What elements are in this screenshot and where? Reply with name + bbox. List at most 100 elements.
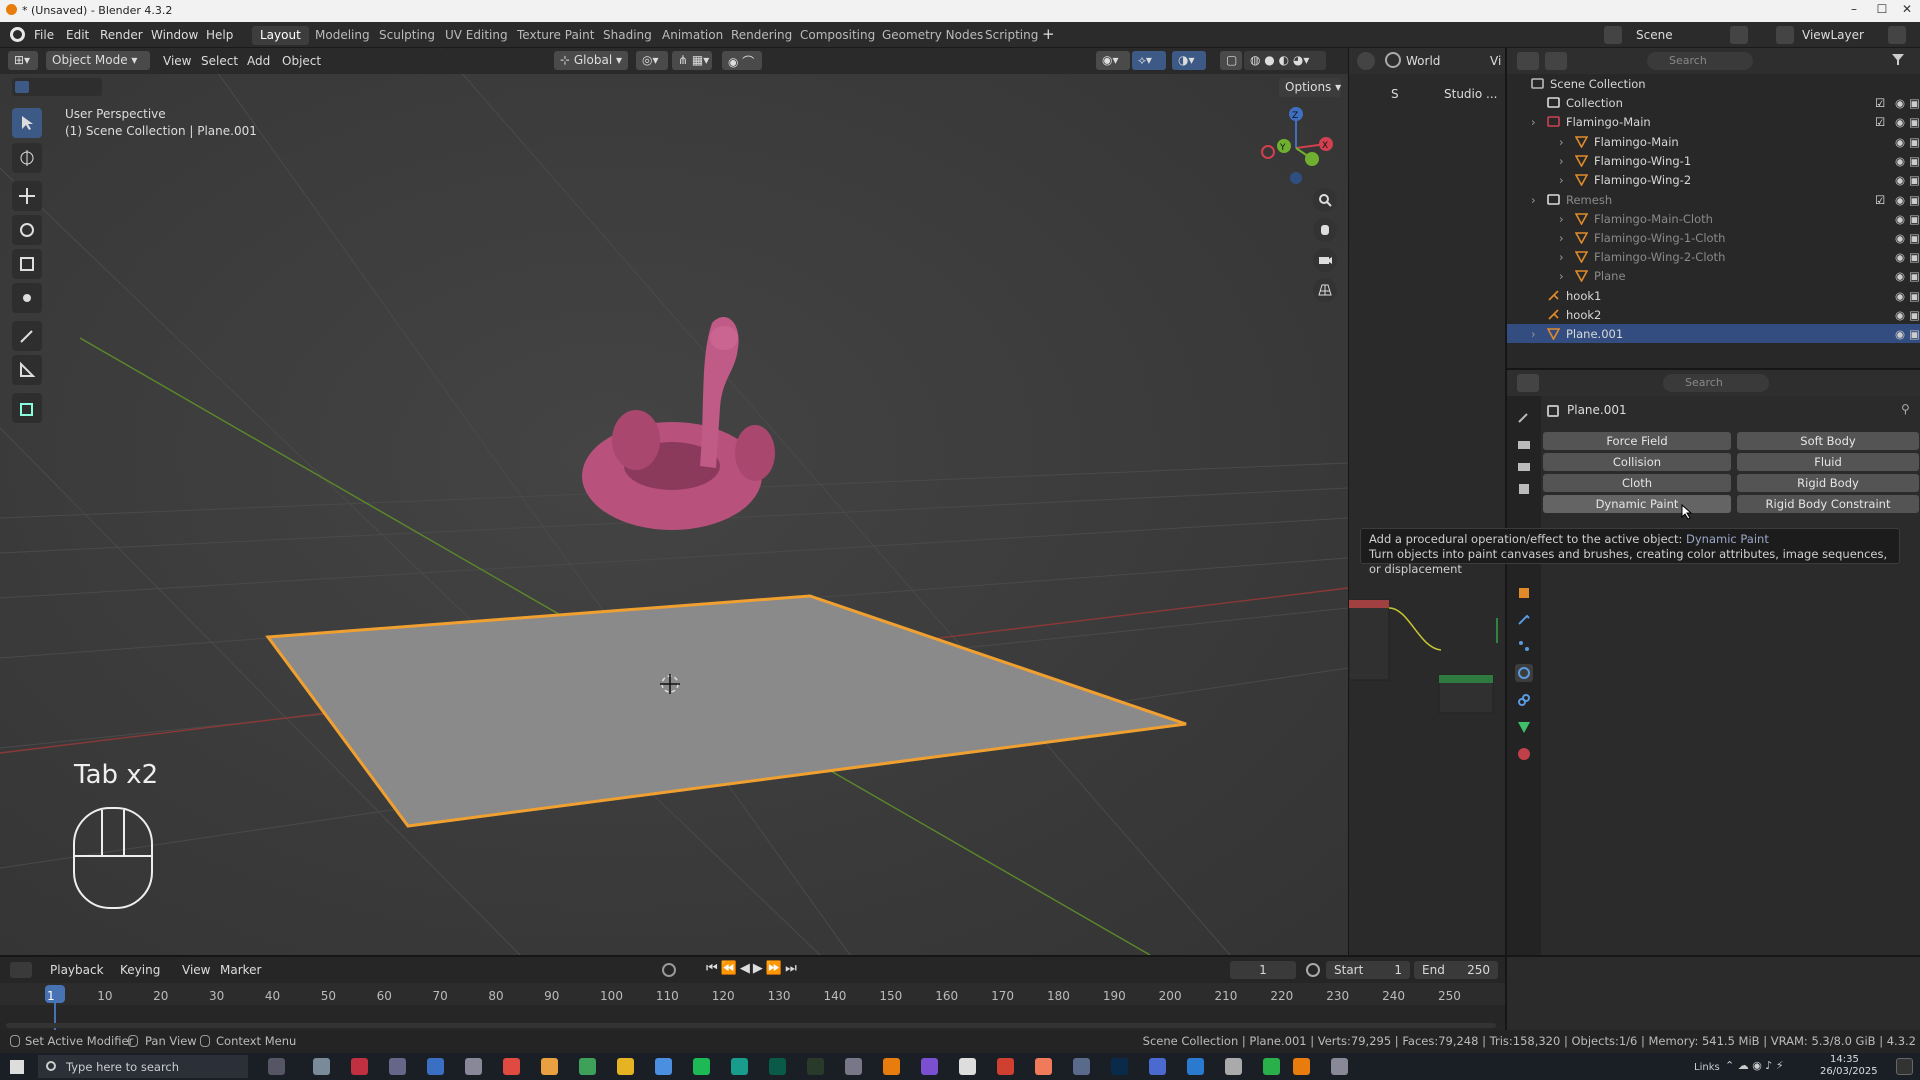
rigid-body-button[interactable]: Rigid Body xyxy=(1737,474,1919,492)
links-toolbar[interactable]: Links xyxy=(1694,1062,1720,1073)
app-icon-11[interactable] xyxy=(997,1058,1014,1075)
spotify-icon[interactable] xyxy=(693,1058,710,1075)
outliner-row[interactable]: › Flamingo-Main ◉ ▣ xyxy=(1507,132,1920,151)
app-icon-8[interactable] xyxy=(845,1058,862,1075)
render-camera-icon[interactable]: ▣ xyxy=(1909,173,1920,187)
3d-viewport[interactable]: ⊞▾ Object Mode ▾ View Select Add Object … xyxy=(0,48,1348,955)
vlc-icon[interactable] xyxy=(883,1058,900,1075)
navigation-gizmo[interactable]: Z X Y xyxy=(1256,104,1336,184)
editor-type-icon[interactable] xyxy=(1517,374,1539,392)
outliner-row[interactable]: › Flamingo-Wing-1 ◉ ▣ xyxy=(1507,151,1920,170)
outliner-row[interactable]: Scene Collection xyxy=(1507,74,1920,93)
outliner-row[interactable]: hook2 ◉ ▣ xyxy=(1507,305,1920,324)
menu-select[interactable]: Select xyxy=(201,54,238,68)
file-explorer-icon[interactable] xyxy=(617,1058,634,1075)
tab-modeling[interactable]: Modeling xyxy=(307,26,378,45)
tab-shading[interactable]: Shading xyxy=(595,26,660,45)
windows-start-icon[interactable] xyxy=(10,1060,24,1074)
wechat-icon[interactable] xyxy=(1263,1058,1280,1075)
pt-icon[interactable] xyxy=(807,1058,824,1075)
visibility-eye-icon[interactable]: ◉ xyxy=(1895,231,1905,245)
visibility-eye-icon[interactable]: ◉ xyxy=(1895,96,1905,110)
chatgpt-icon[interactable] xyxy=(313,1058,330,1075)
tool-tab-icon[interactable] xyxy=(1515,408,1533,426)
visibility-eye-icon[interactable]: ◉ xyxy=(1895,135,1905,149)
render-camera-icon[interactable]: ▣ xyxy=(1909,327,1920,341)
app-icon-14[interactable] xyxy=(1149,1058,1166,1075)
autokey-icon[interactable] xyxy=(662,963,676,977)
render-camera-icon[interactable]: ▣ xyxy=(1909,308,1920,322)
start-frame-field[interactable]: Start 1 xyxy=(1326,961,1410,979)
collision-button[interactable]: Collision xyxy=(1543,453,1731,471)
output-tab-icon[interactable] xyxy=(1515,458,1533,476)
editor-type-icon[interactable] xyxy=(10,962,32,978)
dynamic-paint-button[interactable]: Dynamic Paint xyxy=(1543,495,1731,513)
app-icon-5[interactable] xyxy=(503,1058,520,1075)
outliner-row[interactable]: › Flamingo-Main-Cloth ◉ ▣ xyxy=(1507,209,1920,228)
outliner[interactable]: Search Scene Collection Collection ◉ ▣ ☑ › Fla… xyxy=(1505,48,1920,368)
taskbar-search-input[interactable]: Type here to search xyxy=(38,1055,248,1078)
end-frame-field[interactable]: End 250 xyxy=(1414,961,1498,979)
outliner-search-input[interactable]: Search xyxy=(1647,52,1753,70)
transform-tool[interactable] xyxy=(12,283,42,313)
tab-animation[interactable]: Animation xyxy=(654,26,731,45)
app-icon-12[interactable] xyxy=(1035,1058,1052,1075)
render-camera-icon[interactable]: ▣ xyxy=(1909,154,1920,168)
app-icon-16[interactable] xyxy=(1331,1058,1348,1075)
viewlayer-name[interactable]: ViewLayer xyxy=(1802,28,1864,42)
particles-tab-icon[interactable] xyxy=(1515,637,1533,655)
tab-compositing[interactable]: Compositing xyxy=(792,26,883,45)
tab-geometry-nodes[interactable]: Geometry Nodes xyxy=(874,26,991,45)
display-mode-icon[interactable] xyxy=(1545,52,1567,70)
menu-render[interactable]: Render xyxy=(100,28,143,42)
add-workspace-icon[interactable]: + xyxy=(1042,25,1055,43)
render-camera-icon[interactable]: ▣ xyxy=(1909,96,1920,110)
new-viewlayer-icon[interactable] xyxy=(1888,26,1906,44)
gizmo-toggle-icon[interactable]: ⟡▾ xyxy=(1132,51,1166,70)
view-layer-tab-icon[interactable] xyxy=(1515,480,1533,498)
expand-chevron-icon[interactable]: › xyxy=(1531,327,1536,341)
visibility-eye-icon[interactable]: ◉ xyxy=(1895,269,1905,283)
tray-icons[interactable]: ⌃ ☁ ◉ ♪ ⚡ xyxy=(1725,1059,1784,1072)
app-icon-9[interactable] xyxy=(921,1058,938,1075)
visibility-eye-icon[interactable]: ◉ xyxy=(1895,289,1905,303)
app-icon-15[interactable] xyxy=(1225,1058,1242,1075)
notification-icon[interactable] xyxy=(1896,1058,1913,1075)
pan-hand-icon[interactable] xyxy=(1313,218,1337,242)
measure-tool[interactable] xyxy=(12,355,42,385)
playback-controls[interactable]: ⏮⏪◀▶⏩⏭ xyxy=(706,961,800,976)
scale-tool[interactable] xyxy=(12,249,42,279)
menu-add[interactable]: Add xyxy=(247,54,270,68)
expand-chevron-icon[interactable]: › xyxy=(1559,212,1564,226)
current-frame-field[interactable]: 1 xyxy=(1230,961,1296,979)
orientation-dropdown[interactable]: ⊹ Global ▾ xyxy=(554,51,628,70)
mode-dropdown[interactable]: Object Mode ▾ xyxy=(46,51,150,70)
playback-menu[interactable]: Playback xyxy=(50,963,104,977)
render-camera-icon[interactable]: ▣ xyxy=(1909,289,1920,303)
exclude-checkbox[interactable]: ☑ xyxy=(1875,115,1885,129)
close-icon[interactable]: ✕ xyxy=(1893,2,1920,16)
add-cube-tool[interactable] xyxy=(12,393,42,423)
snap-icon[interactable]: ⋔ ▦▾ xyxy=(672,51,712,70)
maximize-icon[interactable]: ☐ xyxy=(1868,2,1896,16)
pin-icon[interactable]: ⚲ xyxy=(1901,402,1910,416)
pivot-icon[interactable]: ◎▾ xyxy=(636,51,668,70)
app-icon-4[interactable] xyxy=(465,1058,482,1075)
timeline[interactable]: Playback Keying View Marker ⏮⏪◀▶⏩⏭ 1 Sta… xyxy=(0,955,1505,1030)
camera-view-icon[interactable] xyxy=(1313,248,1337,272)
tab-scripting[interactable]: Scripting xyxy=(977,26,1046,45)
tab-sculpting[interactable]: Sculpting xyxy=(371,26,443,45)
selection-mode-buttons[interactable] xyxy=(12,78,102,96)
rotate-tool[interactable] xyxy=(12,215,42,245)
scene-icon[interactable] xyxy=(1604,26,1622,44)
expand-chevron-icon[interactable]: › xyxy=(1559,269,1564,283)
render-camera-icon[interactable]: ▣ xyxy=(1909,269,1920,283)
app-icon-10[interactable] xyxy=(959,1058,976,1075)
world-label[interactable]: World xyxy=(1406,54,1440,68)
select-box-tool[interactable] xyxy=(12,108,42,138)
cursor-tool[interactable] xyxy=(12,143,42,173)
outliner-row[interactable]: › Flamingo-Wing-2 ◉ ▣ xyxy=(1507,170,1920,189)
clock-time[interactable]: 14:35 xyxy=(1830,1054,1859,1065)
grid-perspective-icon[interactable] xyxy=(1313,278,1337,302)
shading-modes-icon[interactable]: ◍ ● ◐ ◕▾ xyxy=(1244,51,1326,70)
